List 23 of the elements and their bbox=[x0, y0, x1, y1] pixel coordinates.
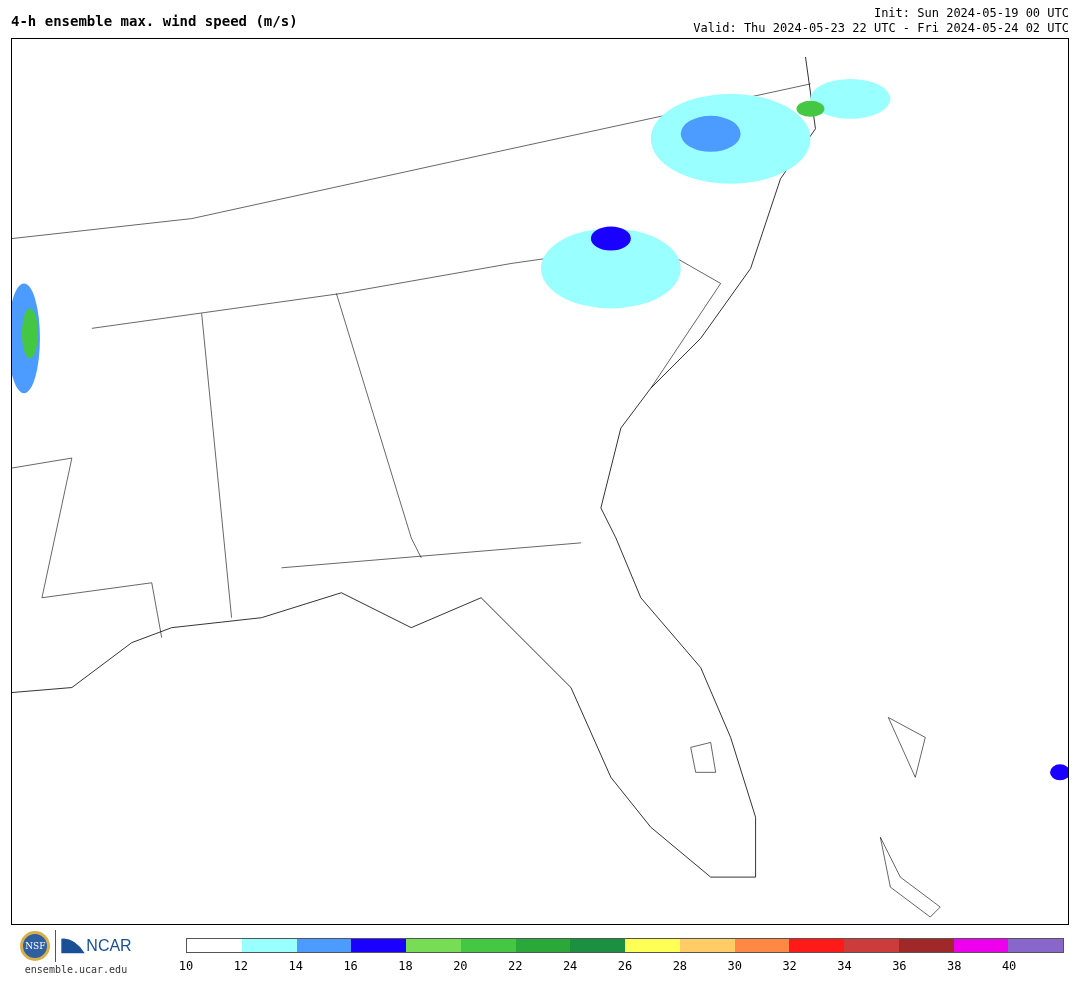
init-time: Init: Sun 2024-05-19 00 UTC bbox=[873, 6, 1069, 21]
legend-label: 40 bbox=[1001, 959, 1017, 973]
legend-label: 14 bbox=[288, 959, 303, 973]
legend-label: 12 bbox=[233, 959, 249, 973]
legend-label: 16 bbox=[343, 959, 358, 973]
swoosh-icon bbox=[61, 937, 86, 955]
legend-label: 26 bbox=[617, 959, 633, 973]
legend-label: 24 bbox=[562, 959, 578, 973]
valid-time: Valid: Thu 2024-05-23 22 UTC - Fri 2024-05-24 02 UTC bbox=[693, 21, 1069, 36]
chart-title: 4-h ensemble max. wind speed (m/s) bbox=[11, 13, 298, 29]
legend-label: 32 bbox=[782, 959, 797, 973]
legend-label: 38 bbox=[947, 959, 962, 973]
legend-label: 10 bbox=[178, 959, 194, 973]
legend-label: 20 bbox=[453, 959, 468, 973]
nsf-logo: NSF bbox=[20, 931, 51, 961]
legend-label: 28 bbox=[672, 959, 688, 973]
legend-label: 22 bbox=[508, 959, 523, 973]
legend-label: 18 bbox=[398, 959, 413, 973]
website-url: ensemble.ucar.edu bbox=[24, 964, 128, 975]
ncar-logo: NCAR bbox=[86, 937, 132, 955]
legend-label: 30 bbox=[727, 959, 742, 973]
legend-label: 36 bbox=[892, 959, 907, 973]
legend-label: 34 bbox=[837, 959, 852, 973]
